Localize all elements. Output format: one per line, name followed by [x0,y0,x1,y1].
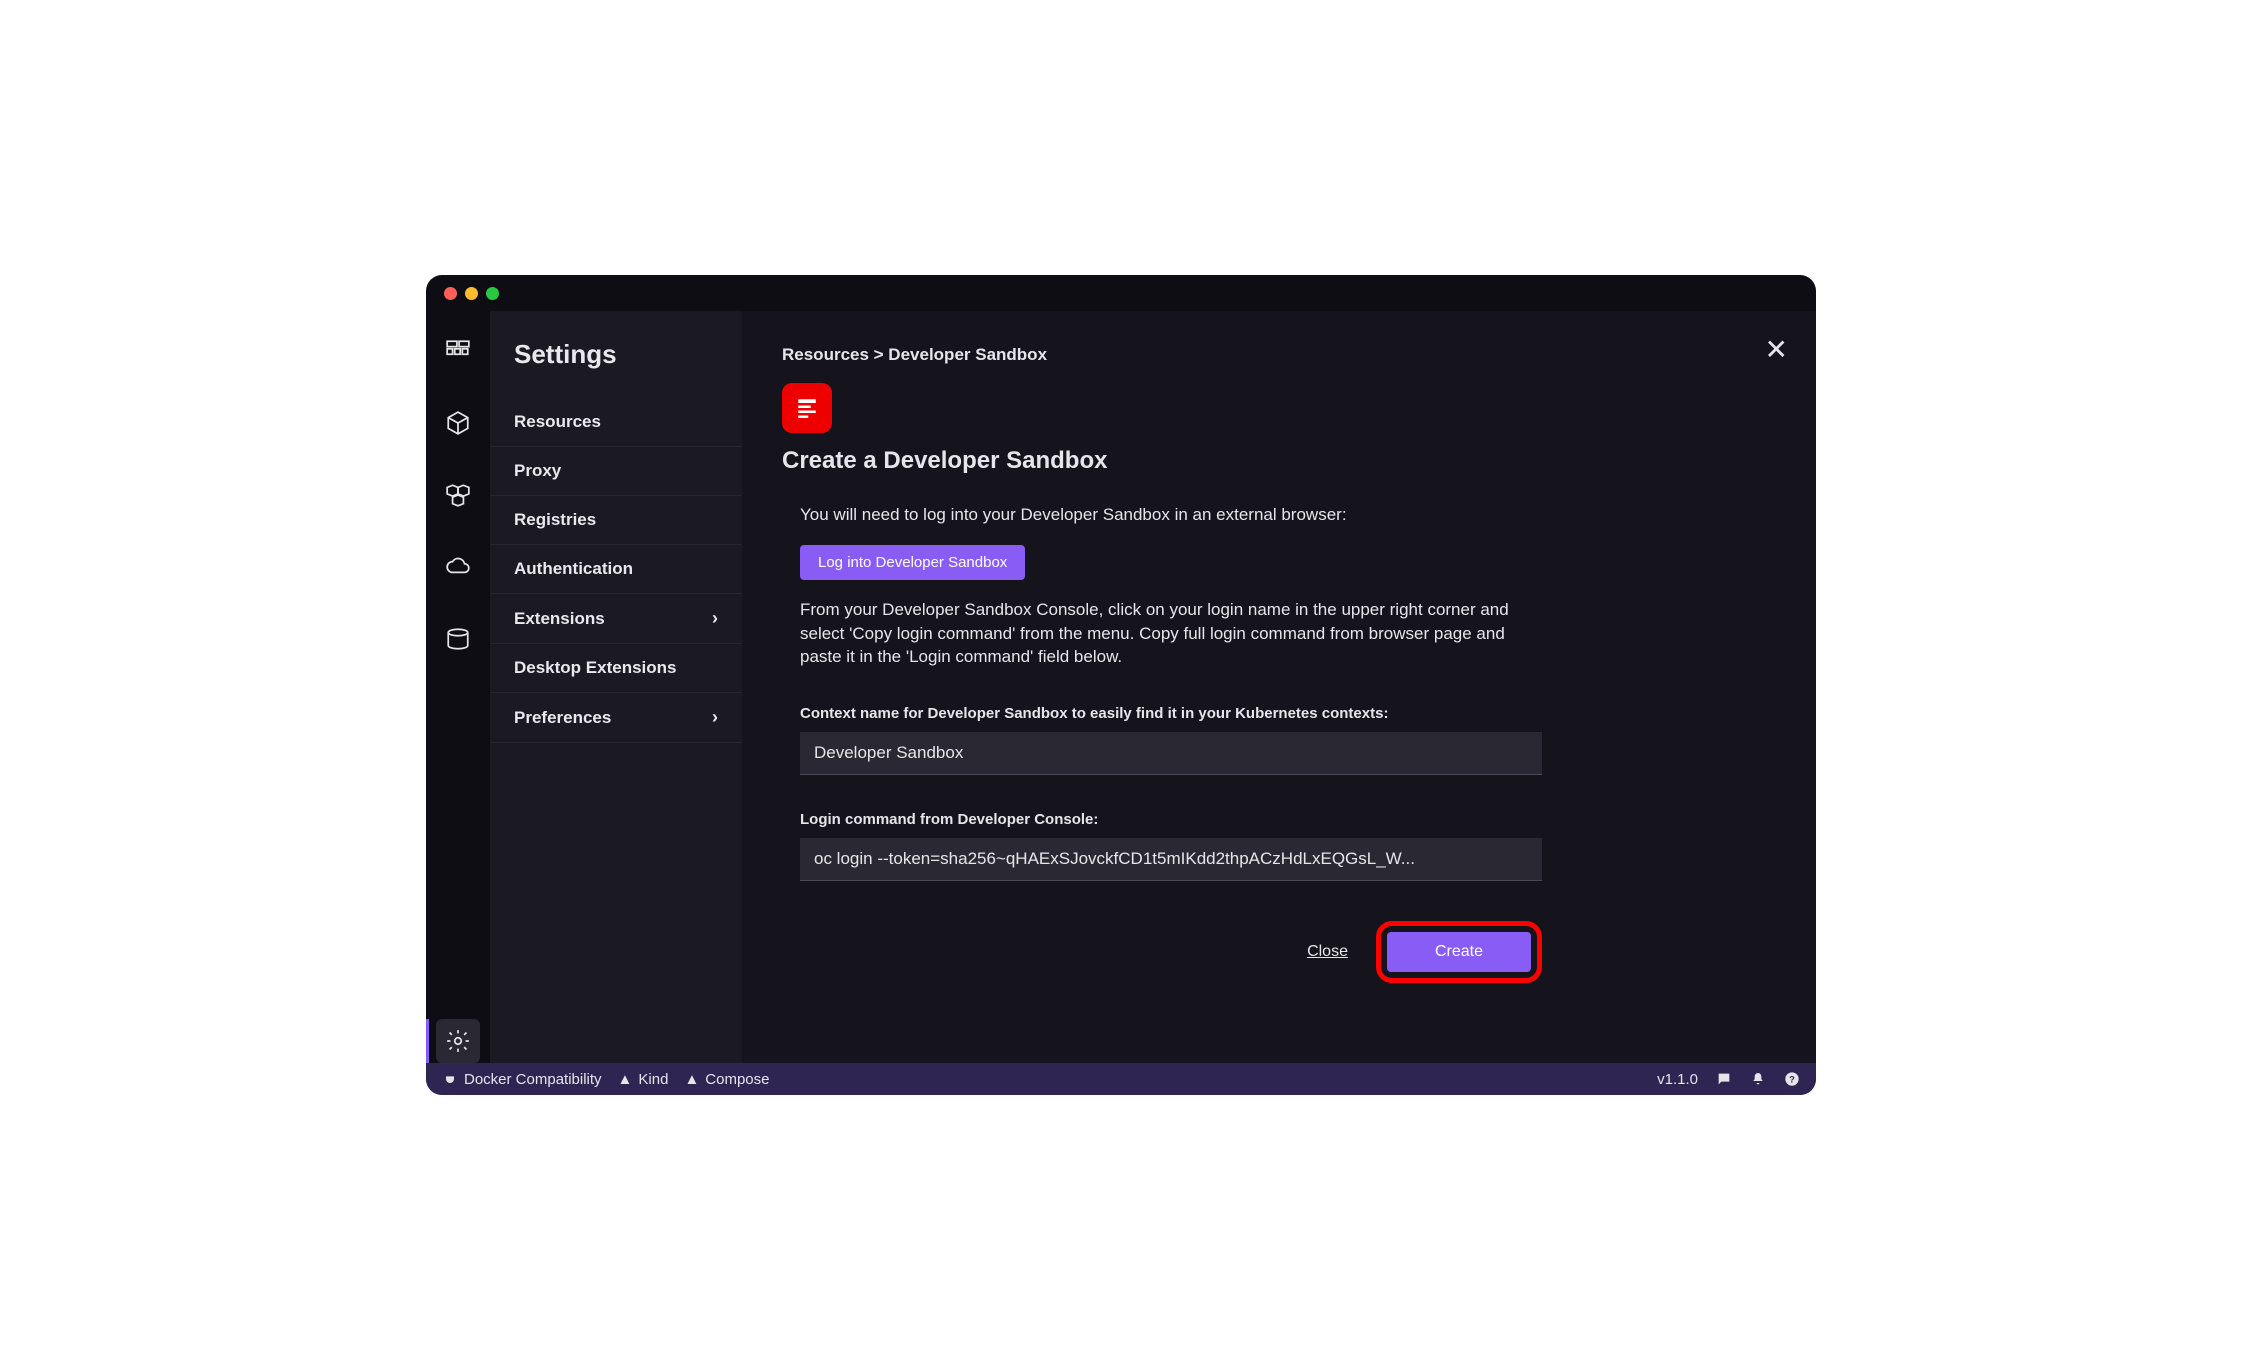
developer-sandbox-icon [782,383,832,433]
window-minimize-button[interactable] [465,287,478,300]
login-sandbox-button[interactable]: Log into Developer Sandbox [800,545,1025,580]
chat-icon[interactable] [1716,1071,1732,1087]
warning-icon: ▲ [684,1071,699,1088]
icon-rail [426,311,490,1063]
dashboard-icon[interactable] [436,329,480,373]
svg-text:?: ? [1789,1074,1795,1084]
status-bar: Docker Compatibility ▲ Kind ▲ Compose v1… [426,1063,1816,1095]
cloud-icon[interactable] [436,545,480,589]
settings-sidebar: Settings Resources Proxy Registries Auth… [490,311,742,1063]
sidebar-item-registries[interactable]: Registries [490,496,742,545]
sidebar-item-proxy[interactable]: Proxy [490,447,742,496]
sidebar-item-extensions[interactable]: Extensions › [490,594,742,644]
sidebar-item-label: Authentication [514,559,633,579]
status-compose[interactable]: ▲ Compose [684,1071,769,1088]
create-button-highlight: Create [1376,921,1542,983]
status-docker-compat[interactable]: Docker Compatibility [442,1071,602,1088]
main-content: ✕ Resources > Developer Sandbox Create a… [742,311,1816,1063]
pods-icon[interactable] [436,473,480,517]
sidebar-item-label: Registries [514,510,596,530]
context-name-input[interactable] [800,732,1542,775]
containers-icon[interactable] [436,401,480,445]
sidebar-item-label: Preferences [514,708,611,728]
login-command-label: Login command from Developer Console: [800,811,1542,828]
login-command-input[interactable] [800,838,1542,881]
volumes-icon[interactable] [436,617,480,661]
sidebar-item-label: Desktop Extensions [514,658,677,678]
breadcrumb: Resources > Developer Sandbox [782,345,1756,365]
chevron-right-icon: › [712,707,718,728]
status-kind[interactable]: ▲ Kind [618,1071,669,1088]
sidebar-item-resources[interactable]: Resources [490,398,742,447]
bell-icon[interactable] [1750,1071,1766,1087]
status-label: Docker Compatibility [464,1071,602,1088]
sidebar-item-desktop-extensions[interactable]: Desktop Extensions [490,644,742,693]
status-label: Compose [705,1071,769,1088]
version-label: v1.1.0 [1657,1071,1698,1088]
sidebar-item-label: Proxy [514,461,561,481]
plug-icon [442,1071,458,1087]
sidebar-title: Settings [490,339,742,398]
sidebar-item-authentication[interactable]: Authentication [490,545,742,594]
warning-icon: ▲ [618,1071,633,1088]
create-button[interactable]: Create [1387,932,1531,972]
close-button[interactable]: Close [1307,943,1348,961]
page-title: Create a Developer Sandbox [782,447,1756,475]
settings-icon[interactable] [436,1019,480,1063]
window-close-button[interactable] [444,287,457,300]
close-icon[interactable]: ✕ [1765,333,1788,366]
instructions-text: From your Developer Sandbox Console, cli… [800,598,1542,669]
window-maximize-button[interactable] [486,287,499,300]
context-name-label: Context name for Developer Sandbox to ea… [800,705,1542,722]
window-titlebar [426,275,1816,311]
sidebar-item-label: Extensions [514,609,605,629]
help-icon[interactable]: ? [1784,1071,1800,1087]
sidebar-item-preferences[interactable]: Preferences › [490,693,742,743]
chevron-right-icon: › [712,608,718,629]
sidebar-item-label: Resources [514,412,601,432]
status-label: Kind [638,1071,668,1088]
intro-text: You will need to log into your Developer… [800,503,1542,527]
